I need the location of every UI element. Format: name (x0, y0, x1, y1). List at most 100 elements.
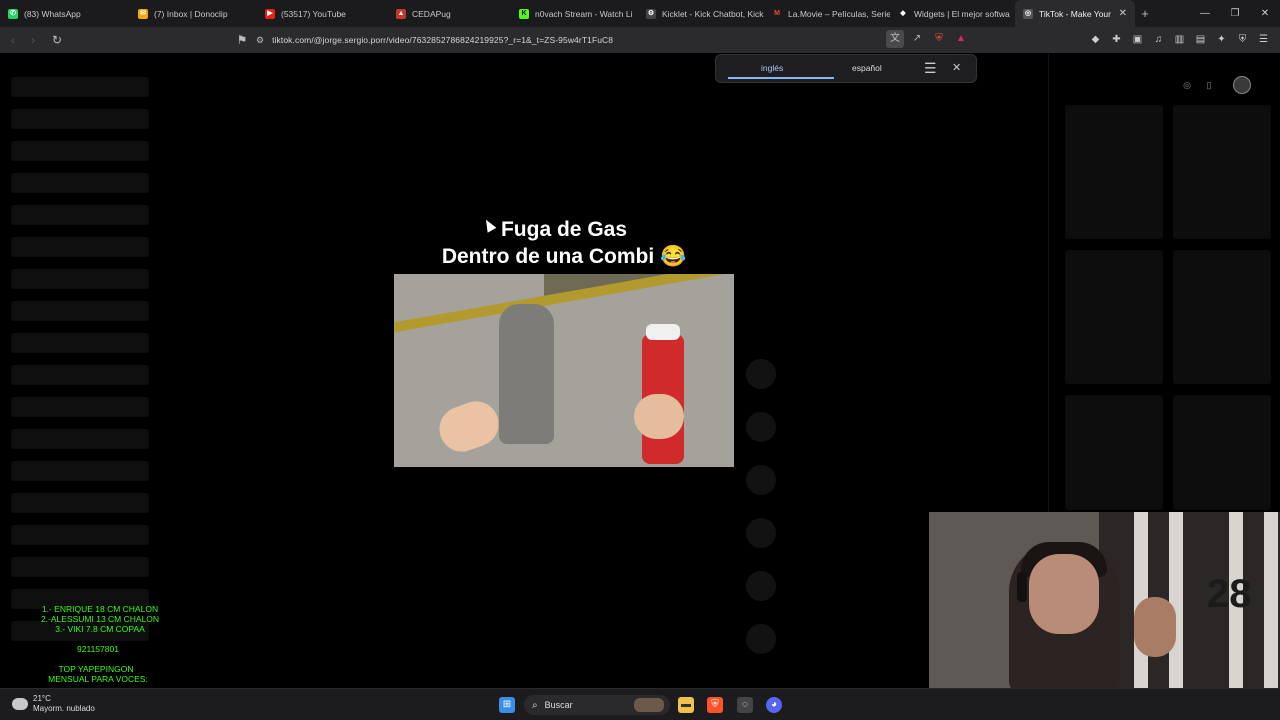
like-button[interactable] (746, 359, 776, 389)
tab-label: (7) Inbox | Donoclip (154, 8, 228, 19)
file-explorer-icon[interactable]: ▬ (678, 697, 694, 713)
video-caption-line2: Dentro de una Combi 😂 (441, 245, 687, 268)
brave-shields-icon[interactable]: ⛨ (930, 30, 948, 48)
extensions-area: ◆ ✚ ▣ ♫ ▥ ▤ ✦ ⛨ ☰ (1087, 31, 1272, 48)
brave-browser-icon[interactable]: ⛨ (707, 697, 723, 713)
weather-condition: Mayorm. nublado (33, 704, 95, 713)
skeleton-row (11, 429, 149, 449)
youtube-icon: ▶ (265, 8, 275, 19)
related-video-thumbnail[interactable] (1065, 250, 1163, 384)
tab-tiktok[interactable]: ◎ TikTok - Make Your Da ✕ (1015, 0, 1135, 27)
minimize-button[interactable]: — (1190, 0, 1220, 27)
address-bar[interactable]: ⚙ tiktok.com/@jorge.sergio.porr/video/76… (256, 30, 976, 50)
translate-popup: inglés español ☰ ✕ (715, 54, 977, 83)
bookmark-icon[interactable]: ⚑ (232, 33, 252, 47)
media-icon[interactable]: ♫ (1150, 31, 1167, 48)
translate-source-tab[interactable]: inglés (761, 63, 783, 73)
webcam-overlay: 28 (929, 512, 1280, 688)
cloud-icon (12, 698, 28, 710)
related-video-thumbnail[interactable] (1065, 105, 1163, 239)
vpn-icon[interactable]: ⛨ (1234, 31, 1251, 48)
close-icon[interactable]: ✕ (952, 61, 961, 74)
divider (1048, 54, 1049, 514)
ai-icon[interactable]: ✦ (1213, 31, 1230, 48)
close-window-button[interactable]: ✕ (1250, 0, 1280, 27)
jersey-stripe (1264, 512, 1278, 688)
skeleton-row (11, 557, 149, 577)
close-tab-icon[interactable]: ✕ (1119, 8, 1127, 19)
save-button[interactable] (746, 465, 776, 495)
tab-youtube[interactable]: ▶ (53517) YouTube (257, 0, 388, 27)
site-info-icon[interactable]: ⚙ (256, 35, 264, 46)
related-video-thumbnail[interactable] (1173, 250, 1271, 384)
capture-icon[interactable]: ▣ (1129, 31, 1146, 48)
wallet-icon[interactable]: ▤ (1192, 31, 1209, 48)
tab-lamovie[interactable]: M La.Movie – Películas, Serie (764, 0, 890, 27)
headset (1017, 572, 1027, 602)
tab-kicklet[interactable]: ⚙ Kicklet - Kick Chatbot, Kick (638, 0, 764, 27)
extension-icon[interactable]: ◆ (1087, 31, 1104, 48)
tab-donoclip[interactable]: ✉ (7) Inbox | Donoclip (130, 0, 257, 27)
more-button[interactable] (746, 571, 776, 601)
tab-whatsapp[interactable]: ✆ (83) WhatsApp (0, 0, 130, 27)
browser-tab-strip: ✆ (83) WhatsApp ✉ (7) Inbox | Donoclip ▶… (0, 0, 1280, 27)
url-text[interactable]: tiktok.com/@jorge.sergio.porr/video/7632… (272, 35, 613, 45)
puzzle-icon[interactable]: ✚ (1108, 31, 1125, 48)
skeleton-row (11, 77, 149, 97)
skeleton-row (11, 397, 149, 417)
skeleton-row (11, 269, 149, 289)
skeleton-row (11, 333, 149, 353)
jersey-stripe (1169, 512, 1183, 688)
skeleton-row (11, 461, 149, 481)
tab-label: La.Movie – Películas, Serie (788, 8, 890, 19)
share-button[interactable] (746, 518, 776, 548)
skeleton-row (11, 237, 149, 257)
brave-rewards-icon[interactable]: ▲ (952, 30, 970, 48)
screen: ✆ (83) WhatsApp ✉ (7) Inbox | Donoclip ▶… (0, 0, 1280, 720)
translate-target-tab[interactable]: español (852, 63, 882, 73)
compass-icon[interactable]: ◎ (1180, 76, 1194, 94)
tab-kick-stream[interactable]: K n0vach Stream - Watch Li (511, 0, 638, 27)
weather-widget[interactable]: 21°C Mayorm. nublado (12, 694, 95, 714)
related-video-thumbnail[interactable] (1065, 395, 1163, 510)
share-icon[interactable]: ↗ (908, 30, 926, 48)
maximize-button[interactable]: ❐ (1220, 0, 1250, 27)
tab-widgets[interactable]: ◆ Widgets | El mejor softwa (890, 0, 1015, 27)
forward-button[interactable]: › (23, 33, 43, 47)
translate-icon[interactable]: 文 (886, 30, 904, 48)
new-tab-button[interactable]: + (1135, 6, 1155, 21)
skeleton-row (11, 493, 149, 513)
skeleton-row (11, 173, 149, 193)
address-bar-actions: 文 ↗ ⛨ ▲ (886, 30, 970, 48)
translate-menu-icon[interactable]: ☰ (924, 60, 937, 77)
sidebar-icon[interactable]: ▥ (1171, 31, 1188, 48)
skeleton-row (11, 365, 149, 385)
lamovie-icon: M (774, 9, 780, 17)
windows-start-icon[interactable]: ⊞ (499, 697, 515, 713)
device-icon[interactable]: ▯ (1202, 76, 1216, 94)
selected-tab-indicator (728, 77, 834, 79)
kick-icon: K (519, 8, 529, 19)
reload-button[interactable]: ↻ (47, 33, 67, 47)
tab-cedapug[interactable]: ▲ CEDAPug (388, 0, 511, 27)
video-player[interactable] (394, 274, 734, 467)
comment-button[interactable] (746, 412, 776, 442)
back-button[interactable]: ‹ (3, 33, 23, 47)
related-video-thumbnail[interactable] (1173, 395, 1271, 510)
hand (634, 394, 684, 439)
kicklet-icon: ⚙ (646, 8, 656, 19)
app-icon[interactable]: ◌ (737, 697, 753, 713)
taskbar-search[interactable]: ⌕ Buscar (524, 695, 670, 715)
avatar[interactable] (1233, 76, 1251, 94)
menu-icon[interactable]: ☰ (1255, 31, 1272, 48)
related-video-thumbnail[interactable] (1173, 105, 1271, 239)
promo-line: MENSUAL PARA VOCES: (48, 674, 148, 684)
sound-button[interactable] (746, 624, 776, 654)
tab-label: (53517) YouTube (281, 8, 346, 19)
payment-code: 921157801 (77, 644, 119, 654)
discord-icon[interactable]: ◕ (766, 697, 782, 713)
widgets-icon: ◆ (900, 9, 906, 17)
search-highlight-icon (634, 698, 664, 712)
leaderboard-line: 2.-ALESSUMI 13 CM CHALON (40, 614, 160, 624)
tab-label: Widgets | El mejor softwa (914, 8, 1010, 19)
